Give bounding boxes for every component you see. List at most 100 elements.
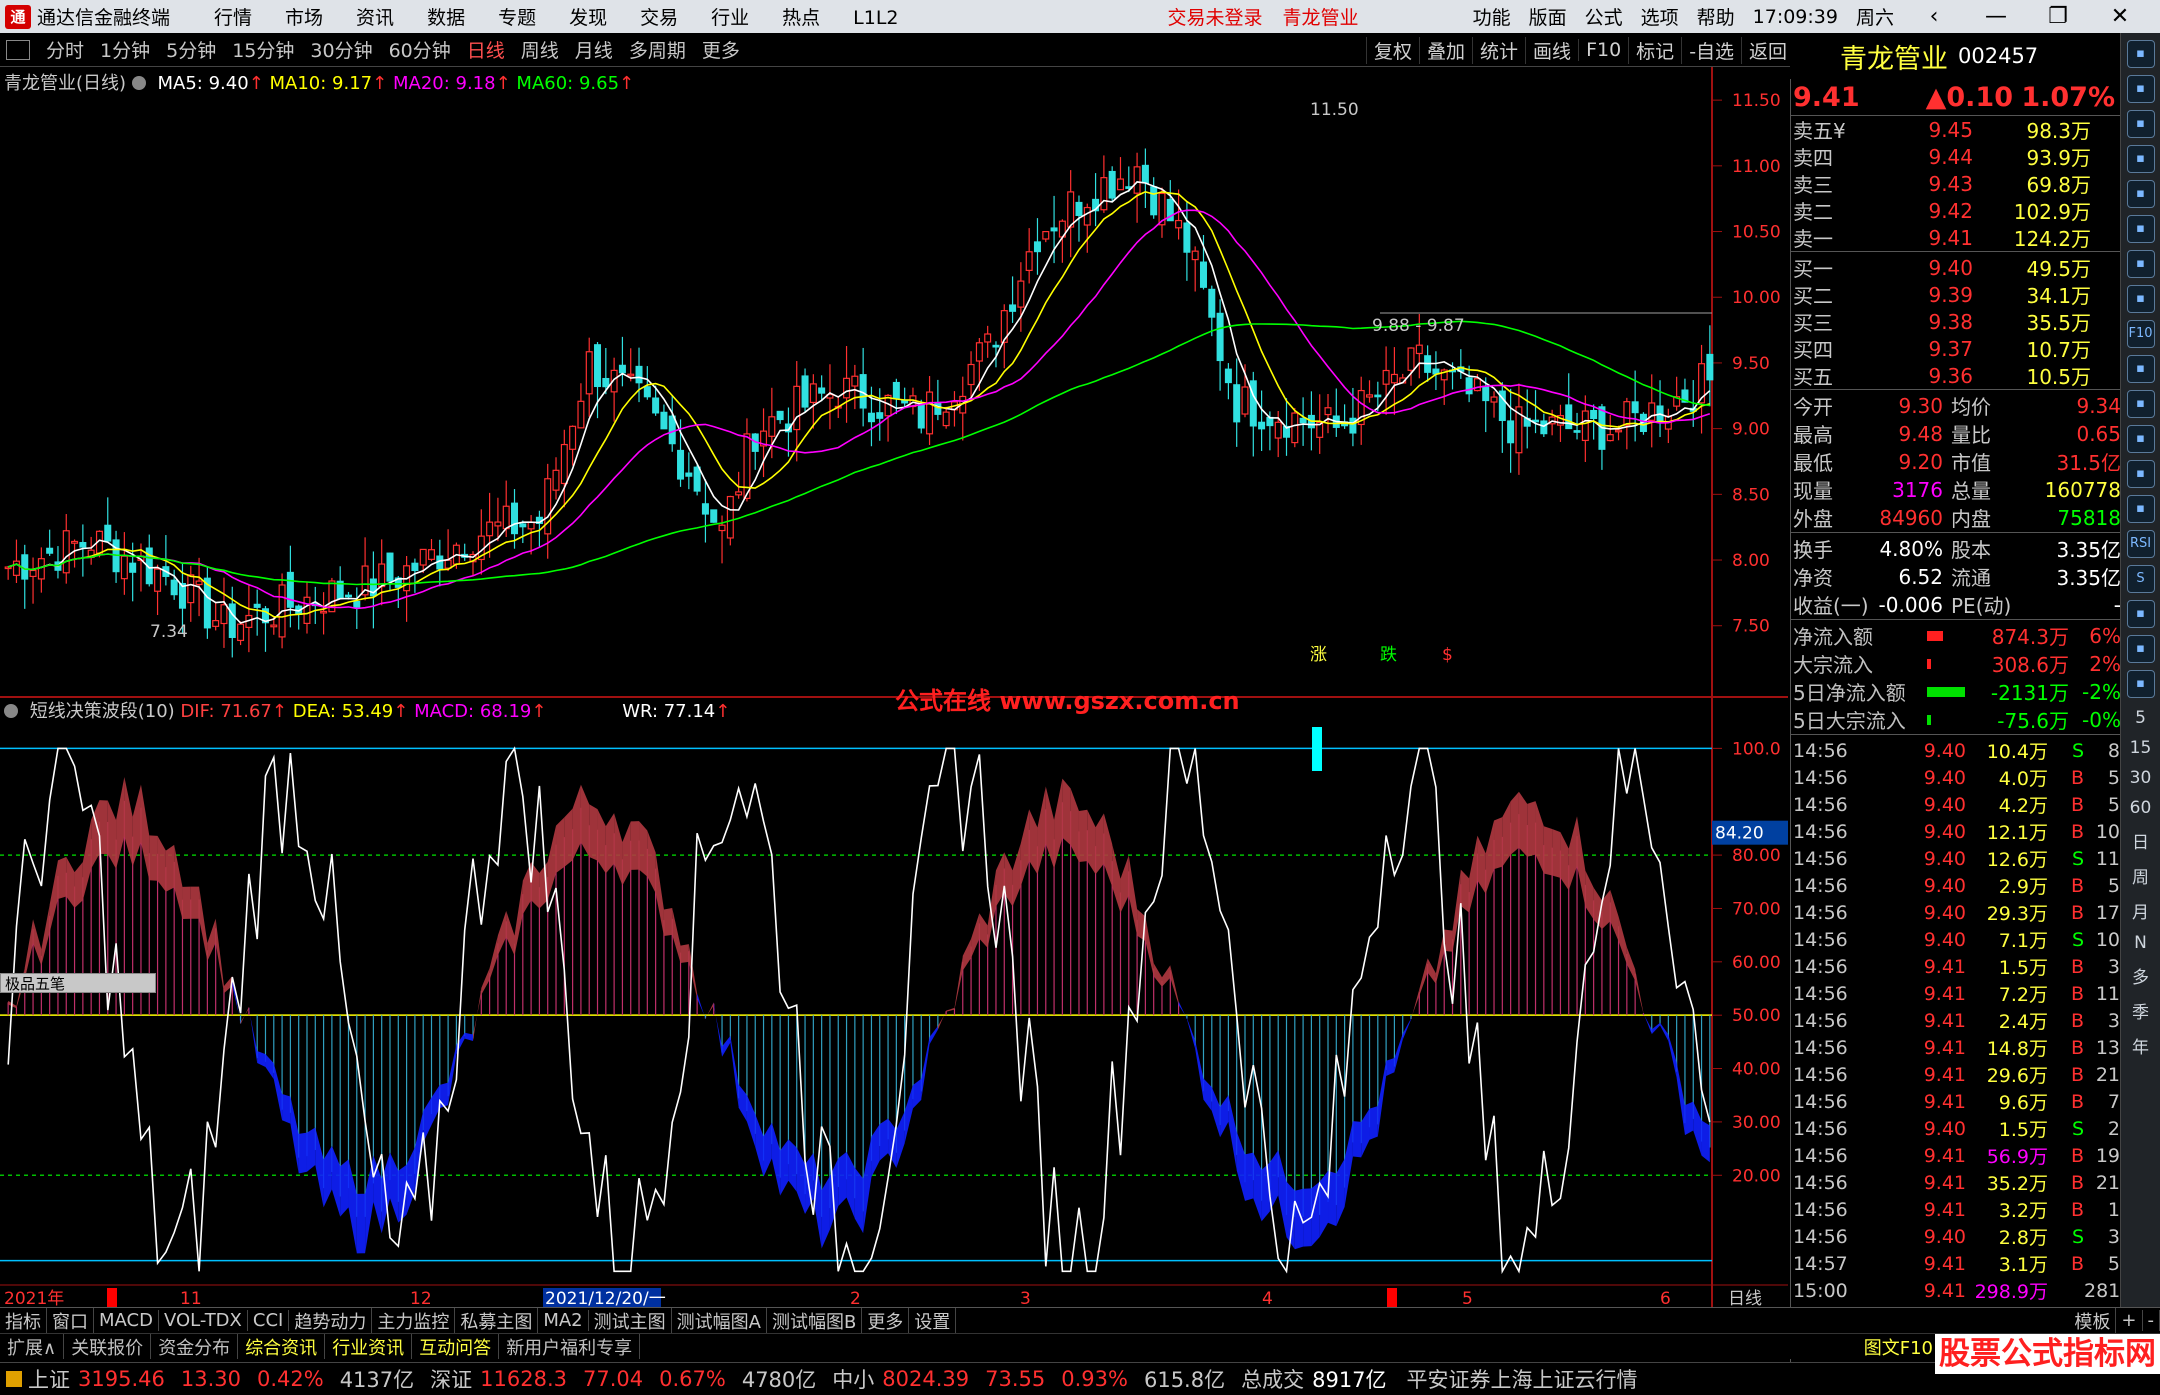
tf-tab-3[interactable]: 15分钟 (224, 40, 302, 62)
toolbar-button-0[interactable]: 复权 (1366, 36, 1419, 64)
quote-icon[interactable]: ▪ (2126, 145, 2155, 173)
right-tab-0[interactable]: 图文F10 (1857, 1334, 1941, 1359)
toolbar-button-4[interactable]: F10 (1578, 39, 1628, 61)
fund-icon[interactable]: ▪ (2126, 425, 2155, 453)
indicator-tab-10[interactable]: 测试幅图A (672, 1308, 767, 1333)
chart-icon[interactable]: ▪ (2126, 215, 2155, 243)
indicator-tab-14[interactable]: 模板 (2069, 1308, 2117, 1333)
info-tab-1[interactable]: 关联报价 (64, 1334, 152, 1359)
refresh-icon[interactable]: ▪ (2126, 40, 2155, 68)
sidebar-period-1[interactable]: 周 (2132, 863, 2149, 888)
indicator-tab-8[interactable]: MA2 (538, 1310, 589, 1331)
grid-icon[interactable]: ▪ (2126, 355, 2155, 383)
menu-item-4[interactable]: 专题 (498, 7, 536, 29)
menu-item-0[interactable]: 行情 (214, 7, 252, 29)
tf-tab-10[interactable]: 更多 (694, 40, 748, 62)
news-icon[interactable]: ▪ (2126, 285, 2155, 313)
toolbar-button-6[interactable]: -自选 (1681, 36, 1741, 64)
indicator-tab-12[interactable]: 更多 (862, 1308, 910, 1333)
toolbar-button-2[interactable]: 统计 (1472, 36, 1525, 64)
tf-tab-7[interactable]: 周线 (513, 40, 567, 62)
info-tab-0[interactable]: 扩展∧ (0, 1334, 65, 1359)
sidebar-period-3[interactable]: N (2134, 933, 2147, 953)
toolbar-button-5[interactable]: 标记 (1628, 36, 1681, 64)
right-menu-item-2[interactable]: 公式 (1585, 3, 1623, 30)
menu-item-7[interactable]: 行业 (711, 7, 749, 29)
f10-icon[interactable]: F10 (2126, 320, 2155, 348)
up-icon[interactable]: ▪ (2126, 75, 2155, 103)
menu-item-5[interactable]: 发现 (569, 7, 607, 29)
info-tab-5[interactable]: 互动问答 (412, 1334, 500, 1359)
index-name[interactable]: 上证 (28, 1364, 70, 1394)
ime-toolbox[interactable]: 极品五笔 (0, 973, 156, 993)
index-name[interactable]: 深证 (430, 1364, 472, 1394)
list-icon[interactable]: ▪ (2126, 180, 2155, 208)
restore-icon[interactable]: ❐ (2036, 4, 2080, 29)
layout-toggle-icon[interactable] (6, 39, 30, 60)
right-menu-item-3[interactable]: 选项 (1641, 3, 1679, 30)
chart-area[interactable]: 11.50 11.00 10.50 10.00 9.50 9.00 8.50 8.00 7.50… (0, 67, 1788, 1307)
tf-tab-4[interactable]: 30分钟 (302, 40, 380, 62)
info-tab-6[interactable]: 新用户福利专享 (499, 1334, 641, 1359)
tf-tab-0[interactable]: 分时 (38, 40, 92, 62)
info-icon[interactable]: ▪ (2126, 495, 2155, 523)
legend-settings-icon[interactable] (131, 76, 146, 90)
sidebar-num-60[interactable]: 60 (2130, 798, 2152, 818)
sidebar-period-4[interactable]: 多 (2132, 963, 2149, 988)
down-icon[interactable]: ▪ (2126, 110, 2155, 138)
tf-tab-6[interactable]: 日线 (459, 40, 513, 62)
sidebar-period-6[interactable]: 年 (2132, 1033, 2149, 1058)
book-icon[interactable]: ▪ (2126, 390, 2155, 418)
candle-icon[interactable]: ▪ (2126, 250, 2155, 278)
fs-icon[interactable]: ▪ (2126, 670, 2155, 698)
indicator-tab-4[interactable]: CCI (248, 1310, 290, 1331)
tf-tab-5[interactable]: 60分钟 (381, 40, 459, 62)
right-menu-item-0[interactable]: 功能 (1473, 3, 1511, 30)
indicator-tab-6[interactable]: 主力监控 (372, 1308, 456, 1333)
index-name[interactable]: 中小 (832, 1364, 874, 1394)
sidebar-period-2[interactable]: 月 (2132, 898, 2149, 923)
report-icon[interactable]: ▪ (2126, 460, 2155, 488)
indicator-tab-7[interactable]: 私募主图 (455, 1308, 539, 1333)
sidebar-num-30[interactable]: 30 (2130, 768, 2152, 788)
tf-tab-9[interactable]: 多周期 (621, 40, 694, 62)
right-menu-item-1[interactable]: 版面 (1529, 3, 1567, 30)
indicator-tab-1[interactable]: 窗口 (47, 1308, 94, 1333)
tf-tab-2[interactable]: 5分钟 (158, 40, 224, 62)
indicator-tab-2[interactable]: MACD (94, 1310, 159, 1331)
toolbar-button-1[interactable]: 叠加 (1419, 36, 1472, 64)
indicator-tab-9[interactable]: 测试主图 (589, 1308, 672, 1333)
indicator-settings-icon[interactable] (4, 704, 18, 718)
menu-item-1[interactable]: 市场 (285, 7, 323, 29)
tf-tab-1[interactable]: 1分钟 (92, 40, 158, 62)
menu-item-8[interactable]: 热点 (782, 7, 820, 29)
close-icon[interactable]: ✕ (2098, 4, 2142, 29)
right-menu-item-4[interactable]: 帮助 (1697, 3, 1735, 30)
move-icon[interactable]: ▪ (2126, 600, 2155, 628)
rsi-icon[interactable]: RSI (2126, 530, 2155, 558)
indicator-tab-11[interactable]: 测试幅图B (767, 1308, 863, 1333)
info-tab-3[interactable]: 综合资讯 (238, 1334, 326, 1359)
back-icon[interactable]: ‹ (1912, 4, 1956, 29)
menu-item-9[interactable]: L1L2 (853, 7, 898, 29)
indicator-tab-16[interactable]: - (2143, 1310, 2160, 1331)
info-tab-2[interactable]: 资金分布 (151, 1334, 239, 1359)
indicator-tab-3[interactable]: VOL-TDX (159, 1310, 248, 1331)
toolbar-button-7[interactable]: 返回 (1741, 36, 1794, 64)
sidebar-num-15[interactable]: 15 (2130, 738, 2152, 758)
menu-item-2[interactable]: 资讯 (356, 7, 394, 29)
indicator-tab-0[interactable]: 指标 (0, 1308, 47, 1333)
sidebar-period-0[interactable]: 日 (2132, 828, 2149, 853)
indicator-tab-5[interactable]: 趋势动力 (289, 1308, 373, 1333)
pen-icon[interactable]: ▪ (2126, 635, 2155, 663)
menu-item-6[interactable]: 交易 (640, 7, 678, 29)
info-tab-4[interactable]: 行业资讯 (325, 1334, 413, 1359)
indicator-tab-15[interactable]: + (2116, 1310, 2143, 1331)
kline-chart[interactable]: 11.50 11.00 10.50 10.00 9.50 9.00 8.50 8.00 7.50… (0, 67, 1788, 1307)
trade-status[interactable]: 交易未登录 (1168, 3, 1263, 30)
indicator-tab-13[interactable]: 设置 (909, 1308, 957, 1333)
sidebar-period-5[interactable]: 季 (2132, 998, 2149, 1023)
toolbar-button-3[interactable]: 画线 (1525, 36, 1578, 64)
sidebar-num-5[interactable]: 5 (2135, 708, 2146, 728)
menu-item-3[interactable]: 数据 (427, 7, 465, 29)
